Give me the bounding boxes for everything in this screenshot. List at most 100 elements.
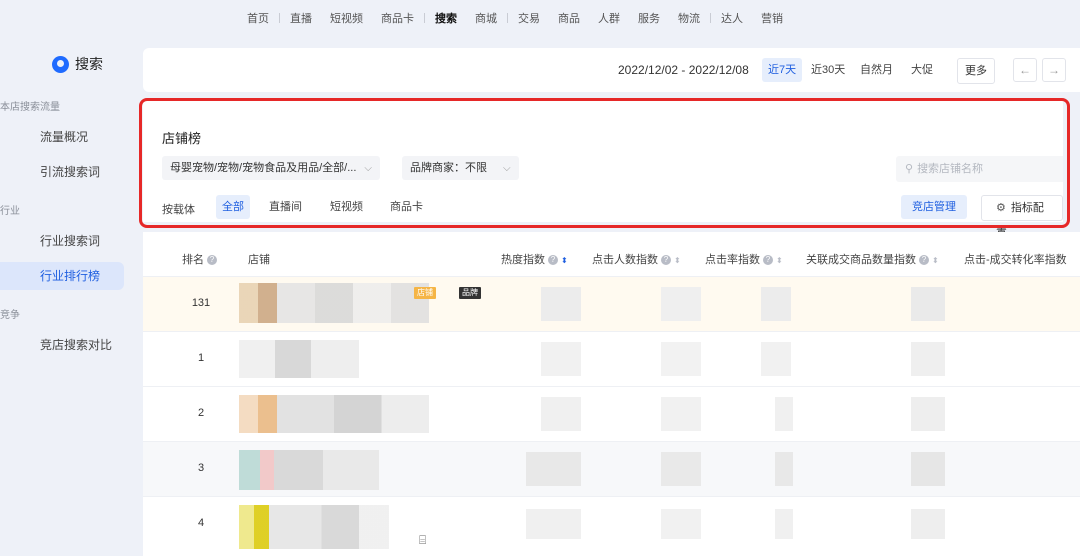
nav-crowd[interactable]: 人群 (598, 10, 620, 26)
sidebar: 搜索 本店搜索流量 流量概况 引流搜索词 行业 行业搜索词 行业排行榜 竞争 竞… (0, 40, 140, 556)
col-ctr-label: 点击率指数 (705, 254, 760, 266)
nav-live[interactable]: 直播 (290, 10, 312, 26)
sidebar-item-traffic-overview[interactable]: 流量概况 (0, 123, 124, 151)
highlight-frame (139, 98, 1070, 228)
date-range[interactable]: 2022/12/02 - 2022/12/08 (618, 63, 749, 77)
brand-tag: 品牌 (459, 287, 481, 299)
col-shop: 店铺 (248, 254, 270, 266)
sidebar-item-competitor-compare[interactable]: 竞店搜索对比 (0, 331, 124, 359)
sidebar-item-label: 行业搜索词 (40, 234, 101, 248)
table-row[interactable]: 131 店铺 品牌 (143, 276, 1080, 332)
date-quick-promo[interactable]: 大促 (905, 58, 939, 82)
col-ctr[interactable]: 点击率指数? ⬍ (705, 251, 783, 267)
metric-blurred (775, 509, 793, 539)
sidebar-item-industry-keywords[interactable]: 行业搜索词 (0, 227, 124, 255)
shop-info-blurred (239, 450, 379, 490)
nav-short-video[interactable]: 短视频 (330, 10, 363, 26)
table-row[interactable]: 1 (143, 331, 1080, 387)
metric-blurred (911, 287, 945, 321)
table-header: 排名? 店铺 热度指数? ⬍ 点击人数指数? ⬍ 点击率指数? ⬍ 关联成交商品数量指… (143, 232, 1080, 278)
sort-icon[interactable]: ⬍ (776, 256, 783, 265)
date-quick-7d[interactable]: 近7天 (762, 58, 803, 82)
nav-divider (279, 13, 280, 23)
sort-icon[interactable]: ⬍ (932, 256, 939, 265)
sidebar-item-label: 流量概况 (40, 130, 89, 144)
next-arrow-icon[interactable]: → (1042, 58, 1066, 82)
date-quick-month[interactable]: 自然月 (854, 58, 899, 82)
nav-service[interactable]: 服务 (638, 10, 660, 26)
col-heat[interactable]: 热度指数? ⬍ (501, 251, 568, 267)
sidebar-group-title: 行业 (0, 206, 20, 217)
col-clicks-label: 点击人数指数 (592, 254, 658, 266)
metric-blurred (761, 342, 791, 376)
table-row[interactable]: 3 (143, 441, 1080, 497)
date-bar: 2022/12/02 - 2022/12/08 近7天 近30天 自然月 大促 … (143, 48, 1080, 92)
nav-mall[interactable]: 商城 (475, 10, 497, 26)
metric-blurred (661, 397, 701, 431)
top-nav: 首页 直播 短视频 商品卡 搜索 商城 交易 商品 人群 服务 物流 达人 营销 (0, 0, 1080, 34)
metric-blurred (541, 342, 581, 376)
help-icon[interactable]: ? (919, 255, 929, 266)
metric-blurred (911, 342, 945, 376)
row-rank: 131 (191, 297, 211, 309)
sidebar-group-title: 本店搜索流量 (0, 102, 60, 113)
date-more-button[interactable]: 更多 (957, 58, 995, 84)
sidebar-item-label: 引流搜索词 (40, 165, 101, 179)
metric-blurred (661, 342, 701, 376)
col-related-items-label: 关联成交商品数量指数 (806, 254, 916, 266)
sidebar-group-title: 竞争 (0, 310, 20, 321)
col-clicks[interactable]: 点击人数指数? ⬍ (592, 251, 681, 267)
sort-icon[interactable]: ⬍ (674, 256, 681, 265)
metric-blurred (911, 397, 945, 431)
sidebar-item-industry-ranking[interactable]: 行业排行榜 (0, 262, 124, 290)
nav-product-card[interactable]: 商品卡 (381, 10, 414, 26)
sidebar-brand-title: 搜索 (75, 56, 103, 72)
metric-blurred (526, 452, 581, 486)
sidebar-item-label: 行业排行榜 (40, 269, 101, 283)
metric-blurred (661, 509, 701, 539)
col-rank[interactable]: 排名? (182, 251, 217, 267)
expand-icon[interactable]: ⌸ (419, 533, 426, 548)
nav-goods[interactable]: 商品 (558, 10, 580, 26)
col-rank-label: 排名 (182, 254, 204, 266)
metric-blurred (911, 509, 945, 539)
nav-home[interactable]: 首页 (247, 10, 269, 26)
date-quick-30d[interactable]: 近30天 (805, 58, 851, 82)
metric-blurred (775, 397, 793, 431)
table-row[interactable]: 4 ⌸ (143, 496, 1080, 552)
prev-arrow-icon[interactable]: ← (1013, 58, 1037, 82)
nav-creator[interactable]: 达人 (721, 10, 743, 26)
metric-blurred (911, 452, 945, 486)
metric-blurred (526, 509, 581, 539)
shop-ranking-table: 排名? 店铺 热度指数? ⬍ 点击人数指数? ⬍ 点击率指数? ⬍ 关联成交商品数量指… (143, 232, 1080, 556)
row-rank: 3 (197, 462, 205, 474)
col-conversion[interactable]: 点击-成交转化率指数 (964, 251, 1067, 267)
metric-blurred (541, 397, 581, 431)
help-icon[interactable]: ? (548, 255, 558, 266)
top-nav-items: 首页 直播 短视频 商品卡 搜索 商城 交易 商品 人群 服务 物流 达人 营销 (238, 10, 792, 26)
metric-blurred (775, 452, 793, 486)
metric-blurred (661, 287, 701, 321)
help-icon[interactable]: ? (661, 255, 671, 266)
shop-tag: 店铺 (414, 287, 436, 299)
col-related-items[interactable]: 关联成交商品数量指数? ⬍ (806, 251, 939, 267)
shop-info-blurred (239, 340, 359, 378)
sidebar-item-traffic-keywords[interactable]: 引流搜索词 (0, 158, 124, 186)
shop-info-blurred (239, 395, 429, 433)
table-row[interactable]: 2 (143, 386, 1080, 442)
nav-divider (424, 13, 425, 23)
help-icon[interactable]: ? (207, 255, 217, 266)
metric-blurred (661, 452, 701, 486)
shop-info-blurred (239, 283, 429, 323)
nav-divider (507, 13, 508, 23)
search-logo-icon (52, 55, 69, 73)
nav-trade[interactable]: 交易 (518, 10, 540, 26)
help-icon[interactable]: ? (763, 255, 773, 266)
row-rank: 2 (197, 407, 205, 419)
col-heat-label: 热度指数 (501, 254, 545, 266)
nav-search[interactable]: 搜索 (435, 10, 457, 26)
sort-icon[interactable]: ⬍ (561, 256, 568, 265)
metric-blurred (761, 287, 791, 321)
nav-logistics[interactable]: 物流 (678, 10, 700, 26)
nav-marketing[interactable]: 营销 (761, 10, 783, 26)
